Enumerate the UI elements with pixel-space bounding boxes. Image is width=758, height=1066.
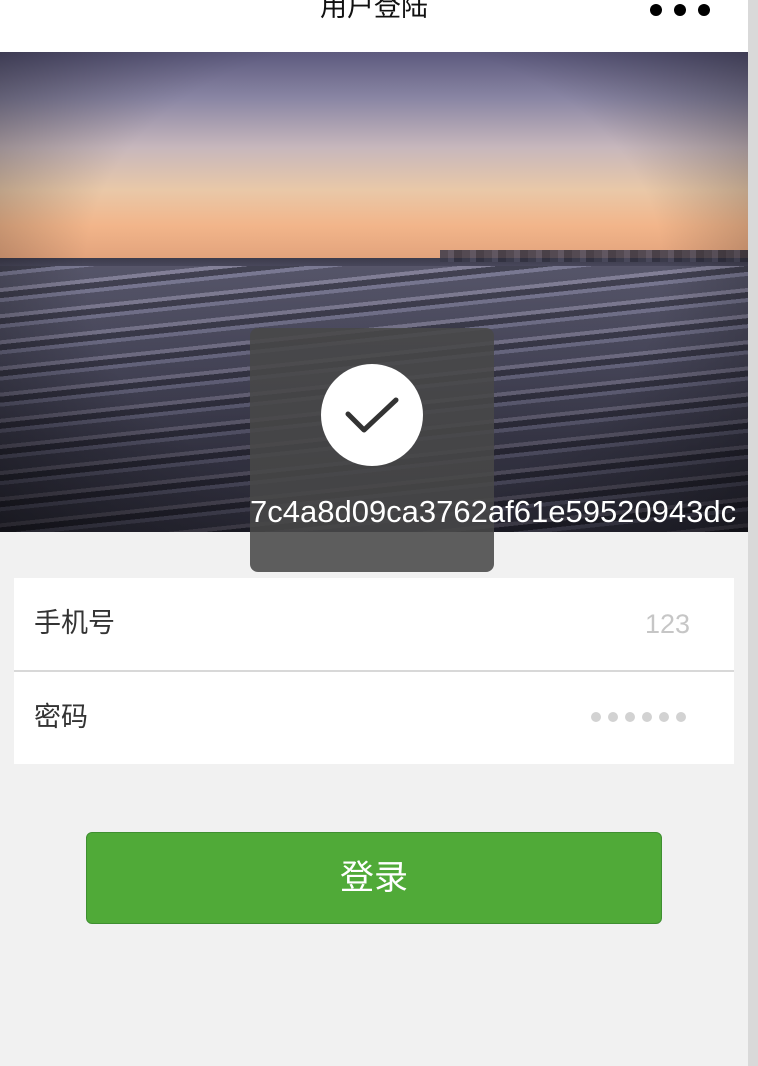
password-dot [659,712,669,722]
password-dot [625,712,635,722]
app-screen: 用户登陆 手机号 密码 登录 [0,0,748,1066]
login-form: 手机号 密码 [14,578,734,764]
window-edge [748,0,758,1066]
password-placeholder-dots [591,712,686,722]
password-dot [676,712,686,722]
password-dot [642,712,652,722]
page: 用户登陆 手机号 密码 登录 [0,0,758,1066]
login-button[interactable]: 登录 [86,832,662,924]
more-dots-icon[interactable] [650,4,710,16]
success-toast: 7c4a8d09ca3762af61e59520943dc [250,328,736,572]
password-row: 密码 [14,670,734,764]
password-dot [608,712,618,722]
navigation-bar: 用户登陆 [0,0,748,52]
page-title: 用户登陆 [320,0,428,23]
phone-input[interactable] [214,578,734,670]
password-dot [591,712,601,722]
dot [674,4,686,16]
dot [698,4,710,16]
dot [650,4,662,16]
toast-message: 7c4a8d09ca3762af61e59520943dc [250,494,737,529]
phone-row: 手机号 [14,578,734,670]
password-label: 密码 [34,702,88,733]
phone-label: 手机号 [34,608,115,639]
checkmark-icon [321,364,423,466]
